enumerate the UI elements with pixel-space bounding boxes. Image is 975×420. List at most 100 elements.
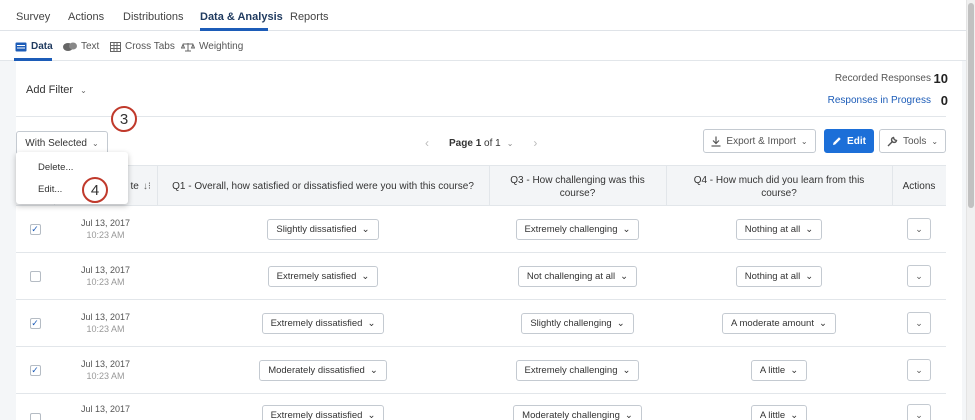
chevron-down-icon[interactable]: ⌄ (507, 139, 514, 148)
menu-item-edit[interactable]: Edit... (38, 184, 62, 195)
next-page-icon[interactable]: › (533, 136, 537, 150)
data-icon (15, 42, 27, 51)
tools-button[interactable]: Tools ⌄ (879, 129, 946, 153)
q3-answer-select[interactable]: Extremely challenging ⌄ (515, 359, 640, 381)
table-row: ✓ Jul 13, 2017 10:23 AM Moderately dissat… (16, 347, 946, 394)
chevron-down-icon: ⌄ (620, 270, 629, 282)
subtab-weighting-label: Weighting (199, 41, 244, 52)
row-checkbox[interactable]: ✓ (29, 223, 41, 235)
chevron-down-icon: ⌄ (800, 136, 808, 146)
q1-answer-select[interactable]: Extremely dissatisfied ⌄ (261, 312, 385, 334)
subtab-cross-tabs-label: Cross Tabs (125, 41, 175, 52)
edit-button[interactable]: Edit (824, 129, 874, 153)
q4-answer-select[interactable]: Nothing at all ⌄ (735, 265, 823, 287)
row-checkbox[interactable] (29, 413, 41, 420)
subtab-data[interactable]: Data (15, 41, 53, 52)
q1-answer-select[interactable]: Slightly dissatisfied ⌄ (267, 218, 379, 240)
chevron-down-icon: ⌄ (818, 317, 827, 329)
chevron-down-icon: ⌄ (367, 410, 376, 420)
tools-label: Tools (902, 135, 927, 147)
q1-answer-select[interactable]: Moderately dissatisfied ⌄ (259, 359, 387, 381)
page-scrollbar[interactable] (966, 0, 975, 420)
chevron-down-icon: ⌄ (790, 410, 799, 420)
row-actions-button[interactable]: ⌄ (907, 312, 931, 334)
row-checkbox[interactable] (29, 270, 41, 282)
tab-data-analysis[interactable]: Data & Analysis (200, 11, 283, 23)
step-badge-4: 4 (82, 177, 108, 203)
row-actions-button[interactable]: ⌄ (907, 404, 931, 420)
table-row: Jul 13, 2017 Extremely dissatisfied ⌄ Mod… (16, 394, 946, 420)
response-date: Jul 13, 2017 10:23 AM (80, 218, 131, 240)
chevron-down-icon: ⌄ (915, 317, 923, 328)
q1-answer-select[interactable]: Extremely dissatisfied ⌄ (261, 405, 385, 420)
scrollbar-thumb[interactable] (968, 3, 974, 208)
subtab-text[interactable]: Text (63, 41, 99, 52)
weighting-icon (181, 42, 195, 51)
row-checkbox[interactable]: ✓ (29, 317, 41, 329)
menu-item-delete[interactable]: Delete... (38, 162, 73, 173)
q1-answer-select[interactable]: Extremely satisfied ⌄ (267, 265, 379, 287)
q4-answer-select[interactable]: A little ⌄ (750, 359, 808, 381)
tab-reports[interactable]: Reports (290, 11, 329, 23)
q3-answer-select[interactable]: Slightly challenging ⌄ (521, 312, 634, 334)
row-actions-button[interactable]: ⌄ (907, 265, 931, 287)
download-icon (711, 136, 721, 147)
sub-nav: Data Text Cross Tabs Weighting (0, 31, 966, 61)
q3-answer-select[interactable]: Not challenging at all ⌄ (517, 265, 638, 287)
chevron-down-icon: ⌄ (616, 317, 625, 329)
chevron-down-icon: ⌄ (92, 138, 99, 148)
edit-label: Edit (847, 135, 866, 147)
divider (16, 116, 946, 117)
table-row: ✓ Jul 13, 2017 10:23 AM Slightly dissatis… (16, 206, 946, 253)
tab-actions[interactable]: Actions (68, 11, 104, 23)
column-header-q3[interactable]: Q3 - How challenging was this course? (489, 166, 666, 207)
chevron-down-icon: ⌄ (915, 223, 923, 234)
chevron-down-icon: ⌄ (915, 364, 923, 375)
q4-answer-select[interactable]: A moderate amount ⌄ (722, 312, 836, 334)
add-filter-button[interactable]: Add Filter ⌄ (26, 84, 87, 96)
responses-in-progress-count: 0 (940, 93, 948, 108)
export-import-button[interactable]: Export & Import ⌄ (703, 129, 816, 153)
add-filter-label: Add Filter (26, 84, 74, 96)
q4-answer-select[interactable]: Nothing at all ⌄ (735, 218, 823, 240)
pagination: ‹ Page 1 of 1 ⌄ › (425, 136, 537, 150)
recorded-responses-label: Recorded Responses (834, 73, 931, 84)
row-checkbox[interactable]: ✓ (29, 364, 41, 376)
chevron-down-icon: ⌄ (369, 364, 378, 376)
cross-tabs-icon (110, 41, 121, 52)
response-date: Jul 13, 2017 10:23 AM (80, 359, 131, 381)
table-header: te ↓⁝ Q1 - Overall, how satisfied or dis… (16, 165, 946, 206)
row-actions-button[interactable]: ⌄ (907, 359, 931, 381)
text-icon (63, 42, 77, 51)
q3-answer-select[interactable]: Moderately challenging ⌄ (513, 405, 642, 420)
chevron-down-icon: ⌄ (361, 223, 370, 235)
row-actions-button[interactable]: ⌄ (907, 218, 931, 240)
step-badge-3: 3 (111, 106, 137, 132)
chevron-down-icon: ⌄ (931, 136, 939, 146)
chevron-down-icon: ⌄ (367, 317, 376, 329)
column-header-q4[interactable]: Q4 - How much did you learn from this co… (666, 166, 892, 207)
q3-answer-select[interactable]: Extremely challenging ⌄ (515, 218, 640, 240)
with-selected-menu: Delete... Edit... (16, 152, 128, 204)
sort-icon[interactable]: ↓⁝ (143, 180, 151, 193)
wrench-icon (887, 136, 898, 146)
table-row: Jul 13, 2017 10:23 AM Extremely satisfied… (16, 253, 946, 300)
chevron-down-icon: ⌄ (915, 409, 923, 420)
chevron-down-icon: ⌄ (361, 270, 370, 282)
top-nav: Survey Actions Distributions Data & Anal… (0, 0, 966, 31)
subtab-weighting[interactable]: Weighting (181, 41, 243, 52)
chevron-down-icon: ⌄ (805, 270, 814, 282)
column-header-q1[interactable]: Q1 - Overall, how satisfied or dissatisf… (157, 166, 489, 207)
main-area: Add Filter ⌄ Recorded Responses 10 Respo… (0, 61, 966, 420)
with-selected-label: With Selected (25, 137, 87, 149)
chevron-down-icon: ⌄ (622, 364, 631, 376)
responses-in-progress-link[interactable]: Responses in Progress (828, 95, 931, 106)
q4-answer-select[interactable]: A little ⌄ (750, 405, 808, 420)
prev-page-icon[interactable]: ‹ (425, 136, 429, 150)
tab-survey[interactable]: Survey (16, 11, 50, 23)
subtab-cross-tabs[interactable]: Cross Tabs (110, 41, 175, 52)
chevron-down-icon: ⌄ (80, 86, 87, 95)
tab-distributions[interactable]: Distributions (123, 11, 184, 23)
responses-panel: Add Filter ⌄ Recorded Responses 10 Respo… (16, 61, 962, 420)
subtab-data-label: Data (31, 41, 53, 52)
